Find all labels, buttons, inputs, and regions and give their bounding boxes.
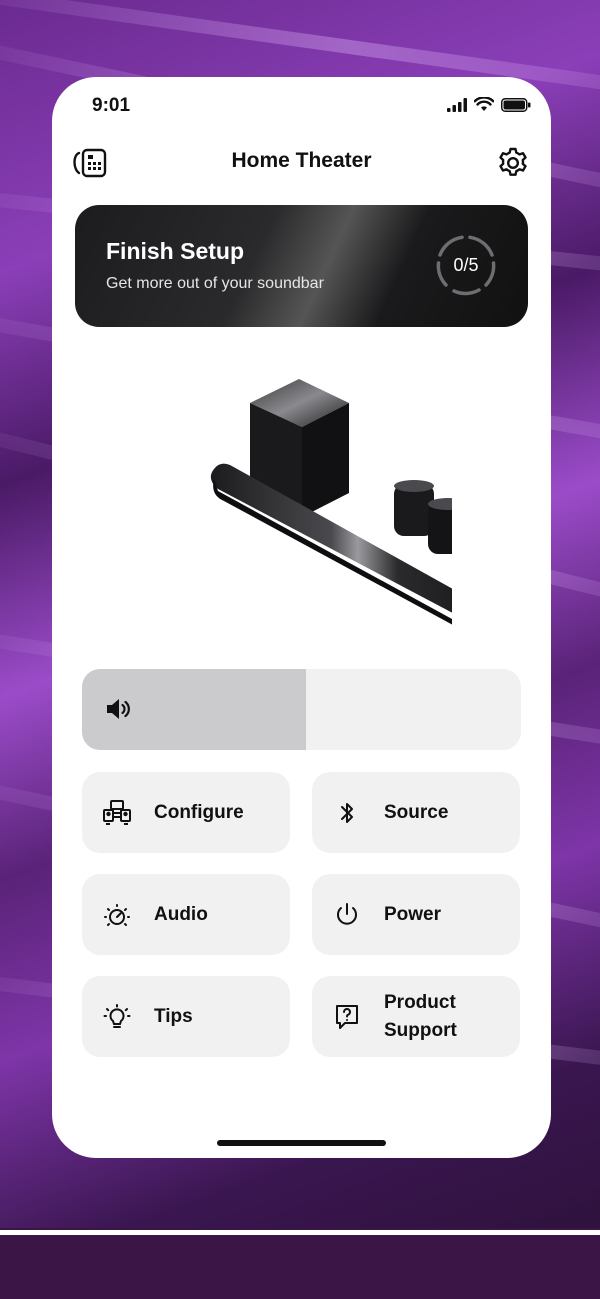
audio-label: Audio — [154, 903, 208, 925]
source-label: Source — [384, 801, 449, 823]
power-icon — [332, 900, 362, 930]
bottom-strip — [0, 1228, 600, 1299]
status-time: 9:01 — [92, 95, 131, 116]
lightbulb-icon — [102, 1002, 132, 1032]
source-tile[interactable]: Source — [312, 772, 520, 853]
help-chat-icon — [332, 1002, 362, 1032]
product-support-tile[interactable]: Product Support — [312, 976, 520, 1057]
signal-icon — [447, 97, 467, 112]
phone-screen: 9:01 Home Theater Finish Setup Get more … — [52, 77, 551, 1158]
volume-slider[interactable] — [82, 669, 521, 750]
battery-icon — [501, 97, 531, 112]
product-image — [210, 379, 452, 625]
product-support-line1: Product — [384, 991, 456, 1013]
home-indicator — [217, 1140, 386, 1146]
power-tile[interactable]: Power — [312, 874, 520, 955]
finish-setup-card[interactable]: Finish Setup Get more out of your soundb… — [75, 205, 528, 327]
setup-title: Finish Setup — [106, 238, 244, 264]
status-bar: 9:01 — [52, 77, 551, 133]
configure-label: Configure — [154, 801, 244, 823]
gear-icon — [499, 147, 527, 176]
setup-progress-label: 0/5 — [453, 254, 479, 275]
system-icons — [447, 97, 531, 112]
bottom-divider — [0, 1230, 600, 1235]
tips-tile[interactable]: Tips — [82, 976, 290, 1057]
header: Home Theater — [52, 141, 551, 185]
configure-tile[interactable]: Configure — [82, 772, 290, 853]
product-support-label: Product Support — [384, 976, 457, 1057]
bluetooth-icon — [332, 798, 362, 828]
audio-dial-icon — [102, 900, 132, 930]
settings-button[interactable] — [493, 145, 533, 181]
configure-icon — [102, 798, 132, 828]
wifi-icon — [474, 97, 494, 111]
audio-tile[interactable]: Audio — [82, 874, 290, 955]
product-support-line2: Support — [384, 1019, 457, 1041]
setup-subtitle: Get more out of your soundbar — [106, 275, 324, 292]
tips-label: Tips — [154, 1005, 193, 1027]
power-label: Power — [384, 903, 442, 925]
speaker-volume-icon — [107, 699, 130, 719]
page-title: Home Theater — [231, 149, 372, 172]
